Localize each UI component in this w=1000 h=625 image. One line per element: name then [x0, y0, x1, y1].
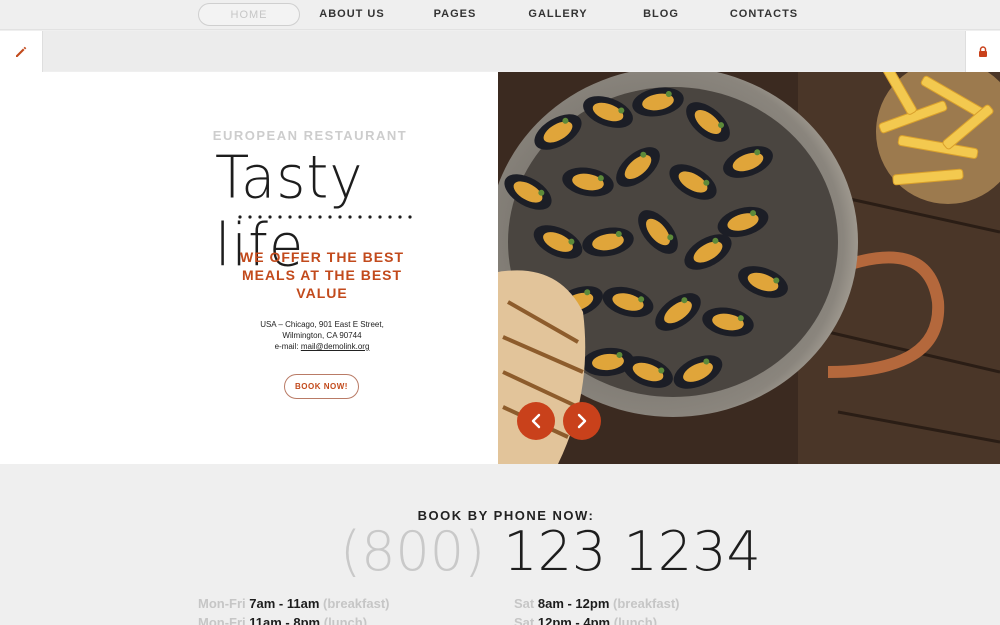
phone-main-number: 123 1234	[503, 520, 761, 583]
phone-number[interactable]: (800) 123 1234	[340, 520, 761, 590]
divider-dot	[288, 215, 292, 219]
hours-meal: (breakfast)	[323, 596, 390, 611]
nav-blog[interactable]: BLOG	[637, 3, 685, 26]
slider-next-button[interactable]	[563, 402, 601, 440]
divider-dot	[378, 215, 382, 219]
nav-contacts[interactable]: CONTACTS	[724, 3, 804, 26]
divider-dot	[388, 215, 392, 219]
offer-line-2: MEALS AT THE BEST	[241, 267, 403, 283]
divider-dot	[368, 215, 372, 219]
hours-meal: (lunch)	[613, 615, 658, 625]
divider-dot	[348, 215, 352, 219]
offer-line-1: WE OFFER THE BEST	[240, 249, 404, 265]
divider-dot	[318, 215, 322, 219]
hours-day: Mon-Fri	[198, 615, 246, 625]
phone-area-code: (800)	[340, 520, 486, 583]
book-now-button[interactable]: BOOK NOW!	[284, 374, 359, 399]
hours-time: 7am - 11am	[249, 596, 320, 611]
hours-meal: (breakfast)	[613, 596, 680, 611]
hours-time: 11am - 8pm	[249, 615, 321, 625]
divider-dot	[308, 215, 312, 219]
hero-offer-heading: WE OFFER THE BEST MEALS AT THE BEST VALU…	[222, 248, 422, 302]
address-line-1: USA – Chicago, 901 East E Street,	[260, 320, 384, 329]
lock-icon	[979, 46, 987, 57]
nav-about-us[interactable]: ABOUT US	[315, 3, 389, 26]
hours-meal: (lunch)	[323, 615, 368, 625]
divider-dot	[238, 215, 242, 219]
brand-dots-divider	[238, 215, 412, 219]
hours-row: Mon-Fri 7am - 11am (breakfast)	[198, 596, 389, 611]
top-navigation: HOME ABOUT US PAGES GALLERY BLOG CONTACT…	[0, 0, 1000, 30]
divider-dot	[338, 215, 342, 219]
hours-day: Sat	[514, 596, 535, 611]
chevron-right-icon	[577, 413, 587, 429]
hours-time: 12pm - 4pm	[537, 615, 611, 625]
edit-button[interactable]	[0, 31, 43, 73]
email-line: e-mail: mail@demolink.org	[222, 341, 422, 352]
divider-dot	[328, 215, 332, 219]
hours-day: Mon-Fri	[198, 596, 246, 611]
email-link[interactable]: mail@demolink.org	[301, 342, 370, 351]
nav-home[interactable]: HOME	[198, 3, 300, 26]
divider-dot	[358, 215, 362, 219]
email-label: e-mail:	[274, 342, 299, 351]
hours-row: Sat 8am - 12pm (breakfast)	[514, 596, 680, 611]
hours-time: 8am - 12pm	[537, 596, 610, 611]
divider-dot	[278, 215, 282, 219]
nav-gallery[interactable]: GALLERY	[524, 3, 592, 26]
offer-line-3: VALUE	[296, 285, 348, 301]
divider-dot	[408, 215, 412, 219]
lock-button[interactable]	[965, 31, 1000, 73]
divider-dot	[268, 215, 272, 219]
nav-pages[interactable]: PAGES	[425, 3, 485, 26]
divider-dot	[258, 215, 262, 219]
address-block: USA – Chicago, 901 East E Street, Wilmin…	[222, 319, 422, 352]
hours-day: Sat	[514, 615, 535, 625]
address-line-2: Wilmington, CA 90744	[282, 331, 362, 340]
toolbar-band	[0, 31, 1000, 71]
pencil-icon	[16, 46, 27, 57]
chevron-left-icon	[531, 413, 541, 429]
slider-prev-button[interactable]	[517, 402, 555, 440]
divider-dot	[398, 215, 402, 219]
divider-dot	[248, 215, 252, 219]
hours-row: Sat 12pm - 4pm (lunch)	[514, 615, 657, 625]
hours-row: Mon-Fri 11am - 8pm (lunch)	[198, 615, 367, 625]
divider-dot	[298, 215, 302, 219]
